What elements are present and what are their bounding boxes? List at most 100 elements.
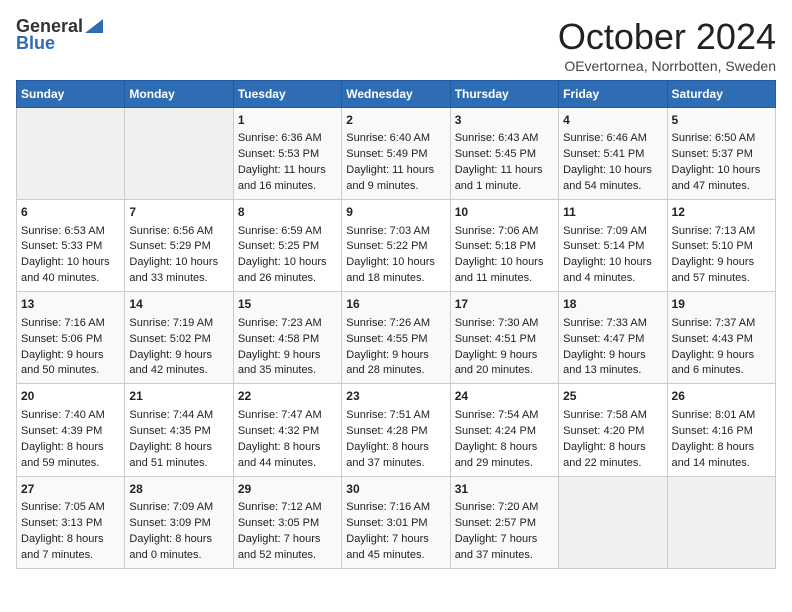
calendar-table: SundayMondayTuesdayWednesdayThursdayFrid… [16, 80, 776, 569]
cell-content-line: Sunrise: 8:01 AM [672, 408, 771, 424]
calendar-week-1: 1Sunrise: 6:36 AMSunset: 5:53 PMDaylight… [17, 108, 776, 200]
cell-content-line: Sunrise: 7:40 AM [21, 408, 120, 424]
cell-content-line: Daylight: 9 hours [346, 348, 445, 364]
calendar-week-5: 27Sunrise: 7:05 AMSunset: 3:13 PMDayligh… [17, 476, 776, 568]
cell-content-line: Sunset: 3:01 PM [346, 516, 445, 532]
calendar-cell: 12Sunrise: 7:13 AMSunset: 5:10 PMDayligh… [667, 200, 775, 292]
logo-blue: Blue [16, 33, 55, 54]
calendar-cell: 3Sunrise: 6:43 AMSunset: 5:45 PMDaylight… [450, 108, 558, 200]
cell-content-line: Sunset: 5:49 PM [346, 147, 445, 163]
day-header-saturday: Saturday [667, 81, 775, 108]
cell-content-line: Sunrise: 7:03 AM [346, 224, 445, 240]
cell-content-line: Sunset: 5:33 PM [21, 239, 120, 255]
cell-content-line: Daylight: 8 hours [238, 440, 337, 456]
cell-content-line: and 11 minutes. [455, 271, 554, 287]
cell-content-line: Sunset: 4:35 PM [129, 424, 228, 440]
day-number: 26 [672, 388, 771, 405]
cell-content-line: Daylight: 7 hours [238, 532, 337, 548]
day-header-sunday: Sunday [17, 81, 125, 108]
cell-content-line: Daylight: 8 hours [672, 440, 771, 456]
cell-content-line: Sunrise: 6:59 AM [238, 224, 337, 240]
calendar-cell: 10Sunrise: 7:06 AMSunset: 5:18 PMDayligh… [450, 200, 558, 292]
cell-content-line: and 1 minute. [455, 179, 554, 195]
cell-content-line: Daylight: 11 hours [238, 163, 337, 179]
day-number: 19 [672, 296, 771, 313]
cell-content-line: Daylight: 8 hours [21, 440, 120, 456]
cell-content-line: Sunset: 5:14 PM [563, 239, 662, 255]
calendar-cell: 1Sunrise: 6:36 AMSunset: 5:53 PMDaylight… [233, 108, 341, 200]
cell-content-line: Daylight: 10 hours [563, 163, 662, 179]
day-header-tuesday: Tuesday [233, 81, 341, 108]
day-number: 13 [21, 296, 120, 313]
cell-content-line: Sunrise: 7:26 AM [346, 316, 445, 332]
subtitle: OEvertornea, Norrbotten, Sweden [558, 58, 776, 74]
cell-content-line: Sunset: 4:39 PM [21, 424, 120, 440]
cell-content-line: Daylight: 8 hours [129, 440, 228, 456]
cell-content-line: Sunrise: 7:12 AM [238, 500, 337, 516]
cell-content-line: Sunset: 4:58 PM [238, 332, 337, 348]
cell-content-line: and 29 minutes. [455, 456, 554, 472]
calendar-cell: 24Sunrise: 7:54 AMSunset: 4:24 PMDayligh… [450, 384, 558, 476]
day-number: 1 [238, 112, 337, 129]
logo: General Blue [16, 16, 103, 54]
cell-content-line: Daylight: 10 hours [238, 255, 337, 271]
cell-content-line: Sunset: 3:09 PM [129, 516, 228, 532]
cell-content-line: and 7 minutes. [21, 548, 120, 564]
cell-content-line: and 22 minutes. [563, 456, 662, 472]
day-header-thursday: Thursday [450, 81, 558, 108]
cell-content-line: and 16 minutes. [238, 179, 337, 195]
calendar-cell: 4Sunrise: 6:46 AMSunset: 5:41 PMDaylight… [559, 108, 667, 200]
day-number: 27 [21, 481, 120, 498]
day-number: 20 [21, 388, 120, 405]
cell-content-line: Daylight: 8 hours [346, 440, 445, 456]
cell-content-line: Sunset: 4:20 PM [563, 424, 662, 440]
cell-content-line: and 59 minutes. [21, 456, 120, 472]
calendar-cell: 13Sunrise: 7:16 AMSunset: 5:06 PMDayligh… [17, 292, 125, 384]
day-number: 7 [129, 204, 228, 221]
day-number: 5 [672, 112, 771, 129]
cell-content-line: Daylight: 10 hours [672, 163, 771, 179]
cell-content-line: and 33 minutes. [129, 271, 228, 287]
cell-content-line: Sunset: 2:57 PM [455, 516, 554, 532]
day-number: 23 [346, 388, 445, 405]
day-number: 3 [455, 112, 554, 129]
header: General Blue October 2024 OEvertornea, N… [16, 16, 776, 74]
title-area: October 2024 OEvertornea, Norrbotten, Sw… [558, 16, 776, 74]
cell-content-line: Sunset: 5:10 PM [672, 239, 771, 255]
cell-content-line: Sunset: 5:18 PM [455, 239, 554, 255]
cell-content-line: Sunset: 4:51 PM [455, 332, 554, 348]
day-number: 10 [455, 204, 554, 221]
cell-content-line: Sunset: 5:06 PM [21, 332, 120, 348]
calendar-cell: 9 Sunrise: 7:03 AMSunset: 5:22 PMDaylight… [342, 200, 450, 292]
cell-content-line: Daylight: 10 hours [346, 255, 445, 271]
cell-content-line: Sunset: 3:13 PM [21, 516, 120, 532]
cell-content-line: and 52 minutes. [238, 548, 337, 564]
cell-content-line: Sunset: 5:22 PM [346, 239, 445, 255]
cell-content-line: Sunrise: 7:37 AM [672, 316, 771, 332]
cell-content-line: and 57 minutes. [672, 271, 771, 287]
cell-content-line: Sunrise: 7:54 AM [455, 408, 554, 424]
cell-content-line: and 50 minutes. [21, 363, 120, 379]
cell-content-line: Sunset: 5:41 PM [563, 147, 662, 163]
logo-triangle-icon [85, 19, 103, 33]
calendar-cell: 19Sunrise: 7:37 AMSunset: 4:43 PMDayligh… [667, 292, 775, 384]
cell-content-line: Daylight: 8 hours [563, 440, 662, 456]
day-number: 12 [672, 204, 771, 221]
calendar-cell: 18Sunrise: 7:33 AMSunset: 4:47 PMDayligh… [559, 292, 667, 384]
day-number: 9 [346, 204, 445, 221]
calendar-cell: 14Sunrise: 7:19 AMSunset: 5:02 PMDayligh… [125, 292, 233, 384]
cell-content-line: Sunset: 5:37 PM [672, 147, 771, 163]
cell-content-line: Sunrise: 7:30 AM [455, 316, 554, 332]
calendar-cell: 29Sunrise: 7:12 AMSunset: 3:05 PMDayligh… [233, 476, 341, 568]
calendar-cell: 11Sunrise: 7:09 AMSunset: 5:14 PMDayligh… [559, 200, 667, 292]
cell-content-line: and 37 minutes. [455, 548, 554, 564]
calendar-header-row: SundayMondayTuesdayWednesdayThursdayFrid… [17, 81, 776, 108]
cell-content-line: Sunset: 5:45 PM [455, 147, 554, 163]
cell-content-line: Daylight: 9 hours [672, 348, 771, 364]
day-number: 16 [346, 296, 445, 313]
cell-content-line: Sunrise: 7:23 AM [238, 316, 337, 332]
cell-content-line: Daylight: 9 hours [672, 255, 771, 271]
cell-content-line: Sunrise: 7:09 AM [129, 500, 228, 516]
cell-content-line: Sunset: 4:28 PM [346, 424, 445, 440]
calendar-cell: 5Sunrise: 6:50 AMSunset: 5:37 PMDaylight… [667, 108, 775, 200]
